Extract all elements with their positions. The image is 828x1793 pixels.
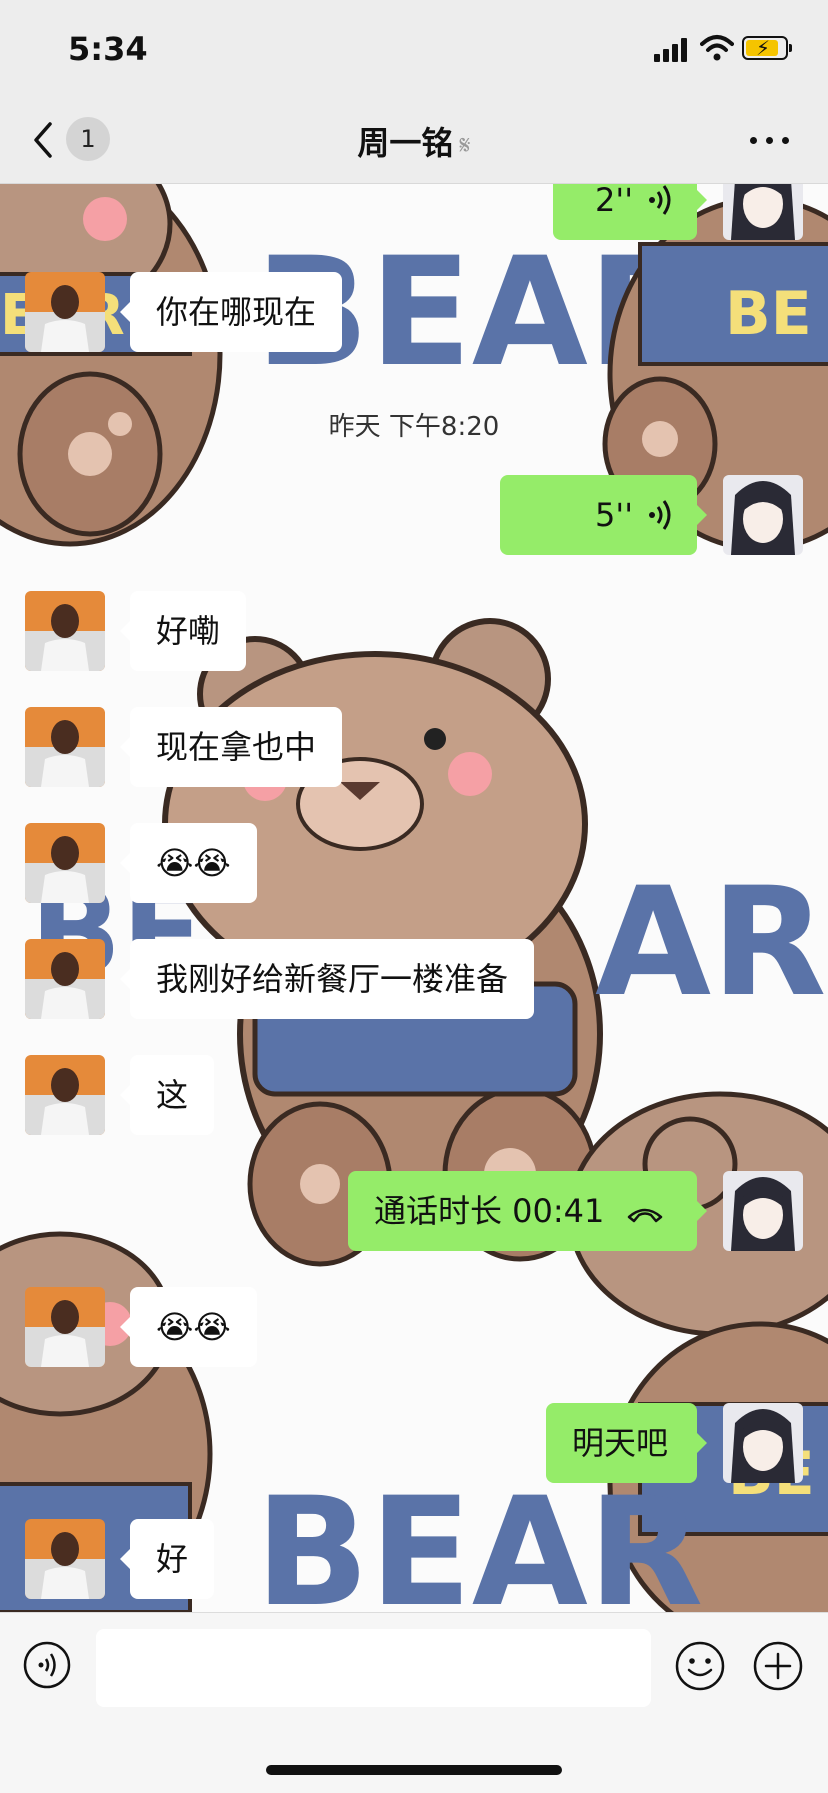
battery-icon: ⚡ [742,36,792,60]
message-text[interactable]: 明天吧 [546,1403,707,1483]
status-time: 5:34 [68,30,148,68]
emoji-icon[interactable] [674,1640,726,1692]
contact-avatar[interactable] [25,707,105,787]
contact-avatar[interactable] [25,1519,105,1599]
svg-text:BE: BE [725,279,812,349]
top-bar: 5:34 ⚡ 1 周一铭 𝄋 [0,0,828,184]
ear-icon: 𝄋 [459,131,471,161]
my-avatar[interactable] [723,1171,803,1251]
more-dots-icon[interactable] [750,128,790,152]
chat-title: 周一铭 𝄋 [0,118,828,164]
voice-duration: 5'' [595,496,633,534]
sound-wave-icon [649,500,671,530]
message-input[interactable] [96,1629,651,1707]
my-avatar[interactable] [723,475,803,555]
chat-title-text: 周一铭 [357,124,454,162]
chat-area[interactable]: EAR BEAR BE AR BE BE BEAR [0,184,828,1612]
message-text[interactable]: 好嘞 [119,591,247,671]
svg-text:AR: AR [595,856,827,1030]
plus-icon[interactable] [752,1640,804,1692]
svg-text:BEAR: BEAR [255,1466,703,1612]
message-text[interactable]: 现在拿也中 [119,707,343,787]
message-text[interactable]: 我刚好给新餐厅一楼准备 [119,939,535,1019]
wifi-icon [700,35,734,61]
contact-avatar[interactable] [25,939,105,1019]
message-text[interactable]: 这 [119,1055,215,1135]
my-avatar[interactable] [723,1403,803,1483]
cellular-signal-icon [654,38,690,62]
contact-avatar[interactable] [25,1287,105,1367]
message-text[interactable]: 好 [119,1519,215,1599]
phone-hangup-icon [628,1208,663,1223]
call-duration: 通话时长 00:41 [374,1192,605,1230]
voice-input-icon[interactable] [22,1640,72,1690]
input-bar [0,1612,828,1793]
contact-avatar[interactable] [25,591,105,671]
my-avatar[interactable] [723,184,803,240]
timestamp: 昨天 下午8:20 [328,412,500,442]
contact-avatar[interactable] [25,1055,105,1135]
contact-avatar[interactable] [25,272,105,352]
bear-wallpaper: EAR BEAR BE AR BE BE BEAR [0,184,828,1612]
sound-wave-icon [649,185,671,215]
contact-avatar[interactable] [25,823,105,903]
message-text[interactable]: 你在哪现在 [119,272,343,352]
message-emoji[interactable]: 😭😭 [120,1287,257,1367]
home-indicator[interactable] [266,1765,562,1775]
voice-duration: 2'' [595,184,633,219]
message-emoji[interactable]: 😭😭 [120,823,257,903]
